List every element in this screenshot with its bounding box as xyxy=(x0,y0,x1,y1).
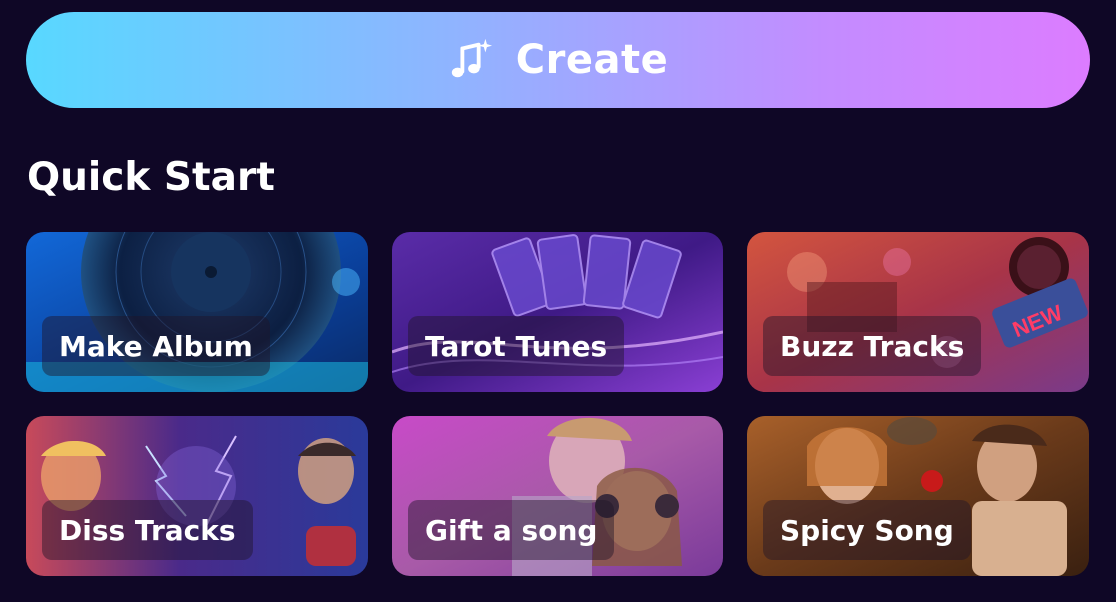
card-label: Diss Tracks xyxy=(42,500,253,560)
card-label: Gift a song xyxy=(408,500,615,560)
card-label: Buzz Tracks xyxy=(763,316,982,376)
quick-start-heading: Quick Start xyxy=(27,155,275,200)
card-label: Tarot Tunes xyxy=(408,316,625,376)
music-sparkle-icon xyxy=(451,38,492,78)
quick-start-card-spicy-song[interactable]: Spicy Song xyxy=(747,416,1089,576)
card-label: Make Album xyxy=(42,316,270,376)
app-page: Create Quick Start Make Album Tarot Tune… xyxy=(0,0,1116,602)
quick-start-card-gift-a-song[interactable]: Gift a song xyxy=(392,416,723,576)
quick-start-card-make-album[interactable]: Make Album xyxy=(26,232,368,392)
quick-start-card-tarot-tunes[interactable]: Tarot Tunes xyxy=(392,232,723,392)
card-label: Spicy Song xyxy=(763,500,971,560)
quick-start-card-diss-tracks[interactable]: Diss Tracks xyxy=(26,416,368,576)
create-button-label: Create xyxy=(515,37,669,83)
create-button[interactable]: Create xyxy=(26,12,1090,108)
quick-start-card-buzz-tracks[interactable]: NEW Buzz Tracks xyxy=(747,232,1089,392)
